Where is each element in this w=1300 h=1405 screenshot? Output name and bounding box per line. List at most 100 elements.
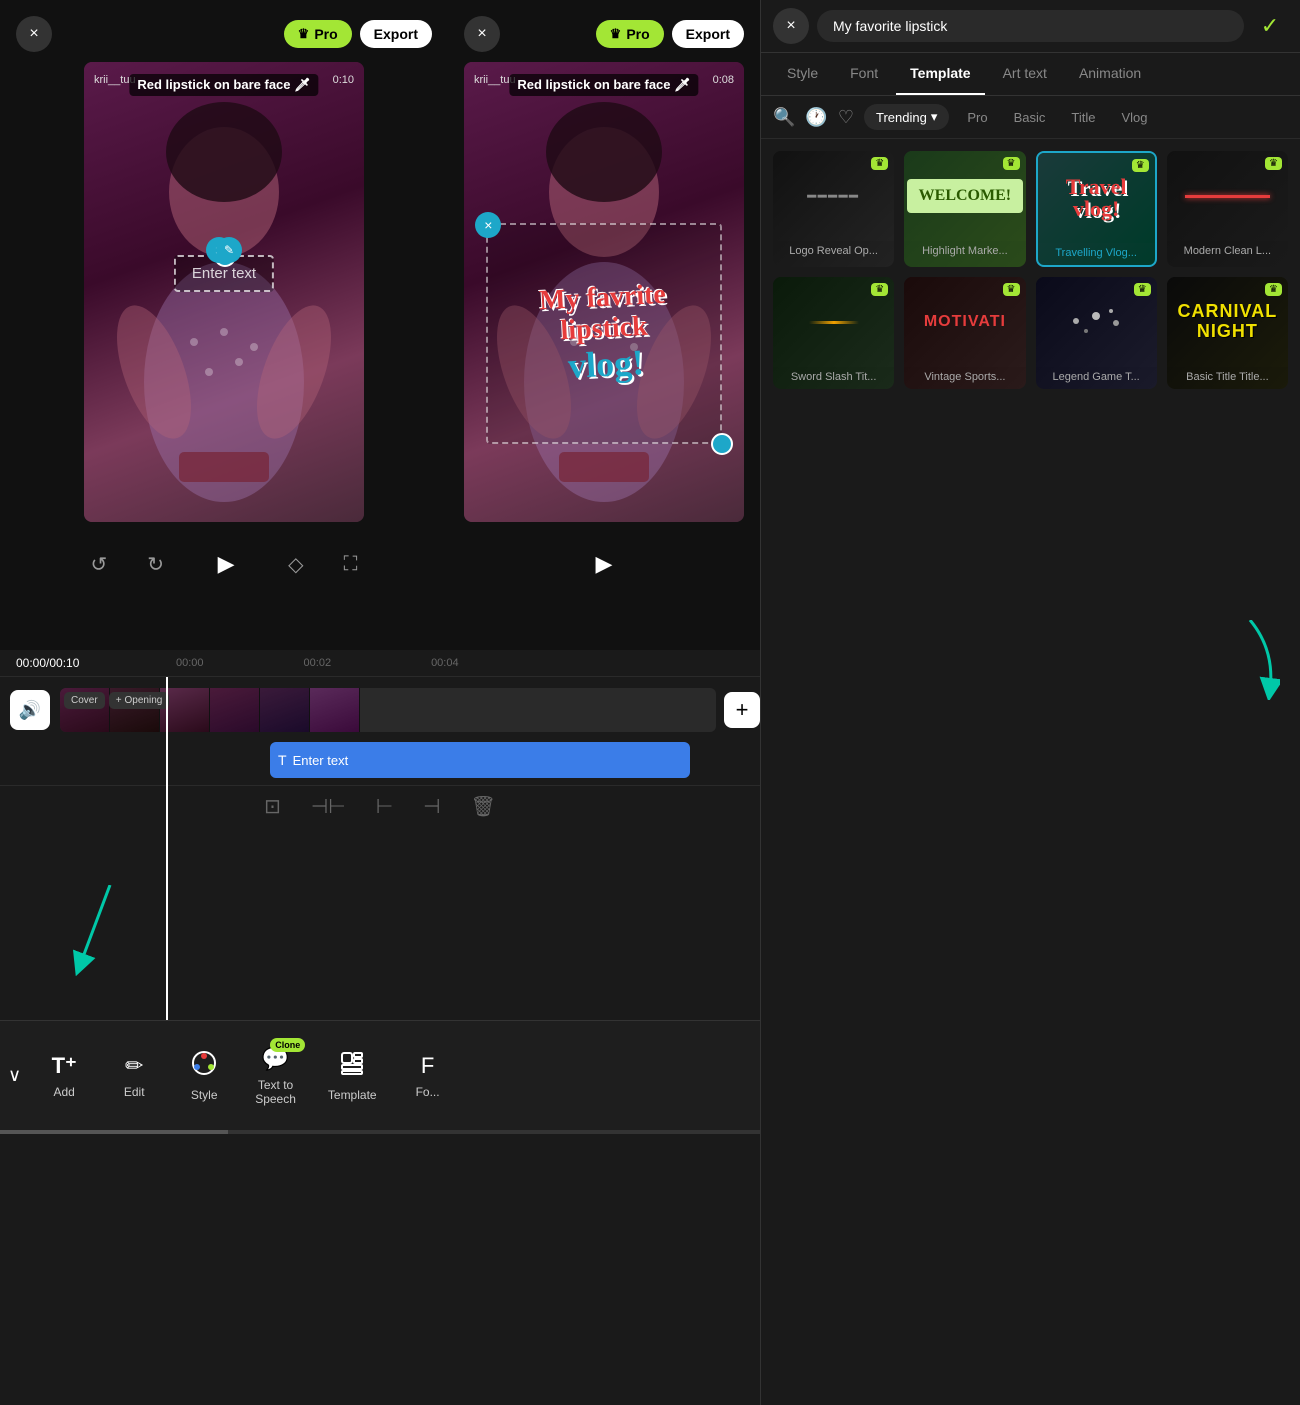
template-carnival-night[interactable]: CARNIVALNIGHT Basic Title Title... <box>1167 277 1288 389</box>
legend-demo-text <box>1056 301 1136 344</box>
left-panel-header: × Pro Export <box>16 16 432 52</box>
template-legend-thumb <box>1036 277 1157 367</box>
right-playback-controls: ▶ <box>464 532 744 596</box>
redo-button[interactable]: ↻ <box>147 552 164 577</box>
styled-text-display: My favrite lipstick vlog! <box>538 280 670 388</box>
tab-font[interactable]: Font <box>836 53 892 95</box>
app-container: × Pro Export krii__tuu 0:10 Red lipstick… <box>0 0 1300 1405</box>
fullscreen-button[interactable]: ⛶ <box>343 553 357 576</box>
template-sword-name: Sword Slash Tit... <box>773 367 894 389</box>
edit-label: Edit <box>124 1085 145 1099</box>
right-pro-button[interactable]: Pro <box>596 20 664 48</box>
progress-fill <box>0 1130 228 1134</box>
right-export-button[interactable]: Export <box>672 20 744 48</box>
trim-left-icon[interactable]: ⊢ <box>376 794 393 819</box>
template-highlight[interactable]: WELCOME! Highlight Marke... <box>904 151 1025 267</box>
text-input-field[interactable] <box>817 10 1244 42</box>
keyframe-button[interactable]: ◇ <box>288 552 303 577</box>
favorite-icon[interactable]: ♡ <box>838 107 854 128</box>
opening-label: + Opening <box>109 692 170 709</box>
add-track-button[interactable]: + <box>724 692 760 728</box>
search-icon[interactable]: 🔍 <box>773 107 795 128</box>
video-thumb-5 <box>260 688 310 732</box>
toolbar-edit[interactable]: ✏ Edit <box>99 1045 169 1107</box>
toolbar-template[interactable]: Template <box>312 1042 393 1110</box>
split-icon[interactable]: ⊣⊢ <box>311 794 346 819</box>
chevron-button[interactable]: ∨ <box>8 1065 21 1086</box>
template-sword-thumb <box>773 277 894 367</box>
pro-badge-legend <box>1134 283 1151 296</box>
filter-title[interactable]: Title <box>1063 105 1103 130</box>
trim-right-icon[interactable]: ⊣ <box>423 794 440 819</box>
edit-icon: ✏ <box>125 1053 143 1079</box>
right-play-button[interactable]: ▶ <box>582 542 626 586</box>
template-legend-game[interactable]: Legend Game T... <box>1036 277 1157 389</box>
tab-animation[interactable]: Animation <box>1065 53 1155 95</box>
template-legend-name: Legend Game T... <box>1036 367 1157 389</box>
trending-dropdown[interactable]: Trending ▾ <box>864 104 949 130</box>
tab-art-text[interactable]: Art text <box>989 53 1061 95</box>
toolbar-section: ∨ T⁺ Add ✏ Edit <box>0 1020 760 1130</box>
left-action-buttons: Pro Export <box>284 20 432 48</box>
toolbar-style[interactable]: Style <box>169 1042 239 1110</box>
audio-track-controls: 🔊 <box>0 690 60 730</box>
confirm-button[interactable]: ✓ <box>1252 8 1288 44</box>
left-column: × Pro Export krii__tuu 0:10 Red lipstick… <box>0 0 760 1405</box>
toolbar-tts[interactable]: 💬 Clone Text toSpeech <box>239 1038 312 1114</box>
progress-bar <box>0 1130 760 1134</box>
plus-icon: + <box>116 695 122 706</box>
filter-pro[interactable]: Pro <box>959 105 995 130</box>
tab-template[interactable]: Template <box>896 53 984 95</box>
video-area-row: × Pro Export krii__tuu 0:10 Red lipstick… <box>0 0 760 650</box>
template-modern-clean[interactable]: Modern Clean L... <box>1167 151 1288 267</box>
text-track-row: T Enter text <box>0 735 760 785</box>
panel-close-button[interactable]: × <box>773 8 809 44</box>
filter-row: 🔍 🕐 ♡ Trending ▾ Pro Basic Title Vlog <box>761 96 1300 139</box>
more-icon: F <box>421 1053 434 1079</box>
template-modern-thumb <box>1167 151 1288 241</box>
modern-demo-bar <box>1185 195 1270 198</box>
left-pro-button[interactable]: Pro <box>284 20 352 48</box>
template-logo-thumb: ━━━━━ <box>773 151 894 241</box>
left-playback-controls: ↺ ↻ ▶ ◇ ⛶ <box>84 532 364 596</box>
right-video-frame: krii__tuu 0:08 Red lipstick on bare face… <box>464 62 744 522</box>
right-close-button[interactable]: × <box>464 16 500 52</box>
text-track-icon: T <box>278 752 287 768</box>
tab-style[interactable]: Style <box>773 53 832 95</box>
recent-icon[interactable]: 🕐 <box>805 107 827 128</box>
pro-badge-travel <box>1132 159 1149 172</box>
toolbar-more[interactable]: F Fo... <box>393 1045 463 1107</box>
time-mark-1: 00:02 <box>304 657 332 669</box>
left-close-button[interactable]: × <box>16 16 52 52</box>
text-track-block[interactable]: T Enter text <box>270 742 690 778</box>
cover-label: Cover <box>64 692 105 709</box>
speaker-button[interactable]: 🔊 <box>10 690 50 730</box>
styled-text-overlay-container: × My favrite lipstick vlog! <box>486 223 721 444</box>
edit-controls-row: ⊡ ⊣⊢ ⊢ ⊣ 🗑 <box>0 785 760 827</box>
right-column: × ✓ Style Font Template Art text Animati… <box>760 0 1300 1405</box>
undo-button[interactable]: ↺ <box>91 552 108 577</box>
right-resize-handle[interactable] <box>711 433 733 455</box>
left-play-button[interactable]: ▶ <box>204 542 248 586</box>
toolbar-add[interactable]: T⁺ Add <box>29 1045 99 1107</box>
filter-basic[interactable]: Basic <box>1006 105 1054 130</box>
text-input-row: × ✓ <box>761 0 1300 53</box>
pro-badge-carnival <box>1265 283 1282 296</box>
styled-text-close[interactable]: × <box>475 212 501 238</box>
dropdown-arrow: ▾ <box>931 109 938 125</box>
template-vintage-sports[interactable]: MOTIVATI Vintage Sports... <box>904 277 1025 389</box>
delete-icon[interactable]: 🗑 <box>471 794 496 819</box>
template-sword-slash[interactable]: Sword Slash Tit... <box>773 277 894 389</box>
template-logo-reveal[interactable]: ━━━━━ Logo Reveal Op... <box>773 151 894 267</box>
text-track-content: T Enter text <box>60 738 760 782</box>
logo-demo-text: ━━━━━ <box>808 188 860 205</box>
pro-badge-modern <box>1265 157 1282 170</box>
left-video-section: × Pro Export krii__tuu 0:10 Red lipstick… <box>0 0 448 650</box>
pro-badge-highlight <box>1003 157 1020 170</box>
filter-vlog[interactable]: Vlog <box>1113 105 1155 130</box>
text-overlay-edit[interactable]: ✎ <box>216 237 242 263</box>
template-travelling-vlog[interactable]: Travelvlog! Travelling Vlog... <box>1036 151 1157 267</box>
left-export-button[interactable]: Export <box>360 20 432 48</box>
copy-frame-icon[interactable]: ⊡ <box>264 794 281 819</box>
template-icon <box>339 1050 365 1082</box>
